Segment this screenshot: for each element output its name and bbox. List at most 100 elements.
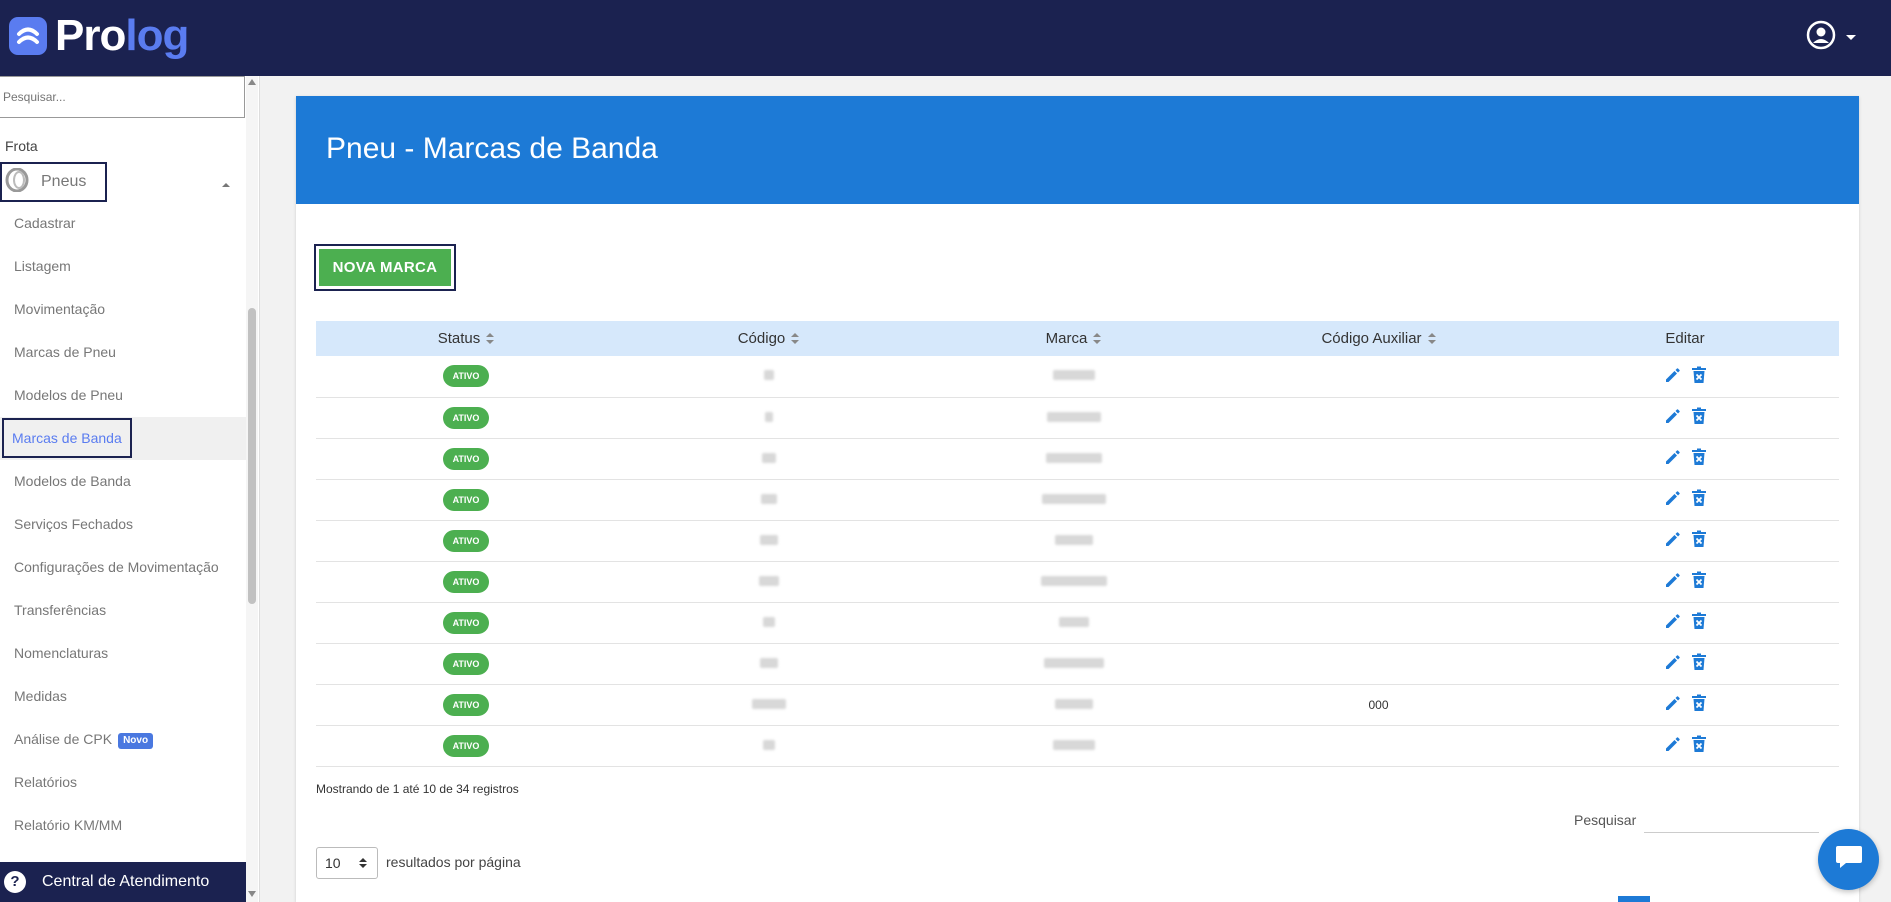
sidebar-item-label: Medidas bbox=[14, 688, 67, 704]
trash-x-icon[interactable] bbox=[1691, 571, 1707, 592]
redacted-value bbox=[763, 370, 774, 381]
table-row: ATIVO 000 bbox=[316, 684, 1839, 726]
sidebar-item-label: Marcas de Banda bbox=[2, 418, 132, 458]
pencil-icon[interactable] bbox=[1664, 612, 1682, 633]
sidebar-search-input[interactable] bbox=[0, 76, 245, 118]
logo-prefix: Pro bbox=[55, 11, 126, 60]
status-badge: ATIVO bbox=[442, 652, 490, 675]
trash-x-icon[interactable] bbox=[1691, 407, 1707, 428]
trash-x-icon[interactable] bbox=[1691, 653, 1707, 674]
trash-x-icon[interactable] bbox=[1691, 448, 1707, 469]
sidebar-item-cadastrar[interactable]: Cadastrar bbox=[0, 202, 246, 245]
cell-editar bbox=[1531, 397, 1839, 439]
scrollbar-thumb[interactable] bbox=[248, 308, 256, 604]
status-badge: ATIVO bbox=[442, 529, 490, 552]
redacted-value bbox=[1058, 616, 1089, 627]
help-center-button[interactable]: ? Central de Atendimento bbox=[0, 862, 246, 902]
status-badge: ATIVO bbox=[442, 611, 490, 634]
trash-x-icon[interactable] bbox=[1691, 366, 1707, 387]
cell-marca bbox=[921, 684, 1226, 726]
trash-x-icon[interactable] bbox=[1691, 530, 1707, 551]
sort-icon bbox=[1427, 333, 1436, 345]
new-brand-button[interactable]: NOVA MARCA bbox=[319, 249, 451, 286]
status-badge: ATIVO bbox=[442, 570, 490, 593]
cell-codigo bbox=[616, 725, 921, 767]
pencil-icon[interactable] bbox=[1664, 366, 1682, 387]
scroll-up-icon[interactable] bbox=[248, 79, 256, 85]
sidebar-item-configuracoes-de-movimentacao[interactable]: Configurações de Movimentação bbox=[0, 546, 246, 589]
table-row: ATIVO bbox=[316, 356, 1839, 398]
sidebar-menu: Cadastrar Listagem Movimentação Marcas d… bbox=[0, 202, 246, 847]
page-length-select[interactable]: 10 bbox=[316, 847, 378, 879]
cell-codigo bbox=[616, 479, 921, 521]
app-logo[interactable]: Prolog bbox=[9, 11, 189, 60]
table-row: ATIVO bbox=[316, 397, 1839, 439]
pencil-icon[interactable] bbox=[1664, 571, 1682, 592]
cell-marca bbox=[921, 725, 1226, 767]
brands-table: Status Código Marca Código Auxiliar Edit… bbox=[316, 321, 1839, 767]
column-header-codigo[interactable]: Código bbox=[616, 321, 921, 356]
pagination-active-page[interactable] bbox=[1618, 896, 1650, 902]
scroll-down-icon[interactable] bbox=[248, 891, 256, 897]
sidebar-item-marcas-de-banda[interactable]: Marcas de Banda bbox=[0, 417, 246, 460]
pencil-icon[interactable] bbox=[1664, 694, 1682, 715]
cell-codigo bbox=[616, 602, 921, 644]
sidebar-item-label: Transferências bbox=[14, 602, 107, 618]
sidebar-item-label: Modelos de Pneu bbox=[14, 387, 123, 403]
column-header-codigo-auxiliar[interactable]: Código Auxiliar bbox=[1226, 321, 1531, 356]
pencil-icon[interactable] bbox=[1664, 653, 1682, 674]
user-menu[interactable] bbox=[1806, 20, 1856, 55]
cell-status: ATIVO bbox=[316, 520, 616, 562]
table-row: ATIVO bbox=[316, 725, 1839, 767]
table-row: ATIVO bbox=[316, 602, 1839, 644]
sidebar-item-label: Listagem bbox=[14, 258, 71, 274]
cell-codigo bbox=[616, 684, 921, 726]
sidebar-item-transferencias[interactable]: Transferências bbox=[0, 589, 246, 632]
sidebar-item-medidas[interactable]: Medidas bbox=[0, 675, 246, 718]
pencil-icon[interactable] bbox=[1664, 530, 1682, 551]
trash-x-icon[interactable] bbox=[1691, 735, 1707, 756]
column-header-status[interactable]: Status bbox=[316, 321, 616, 356]
cell-status: ATIVO bbox=[316, 561, 616, 603]
trash-x-icon[interactable] bbox=[1691, 612, 1707, 633]
pencil-icon[interactable] bbox=[1664, 448, 1682, 469]
sidebar-item-relatorio-km-mm[interactable]: Relatório KM/MM bbox=[0, 804, 246, 847]
cell-codigo bbox=[616, 561, 921, 603]
sidebar-group-pneus[interactable]: Pneus bbox=[0, 162, 107, 202]
pencil-icon[interactable] bbox=[1664, 735, 1682, 756]
redacted-value bbox=[1043, 657, 1104, 668]
sidebar-item-nomenclaturas[interactable]: Nomenclaturas bbox=[0, 632, 246, 675]
redacted-value bbox=[1041, 493, 1106, 504]
sort-icon bbox=[791, 333, 800, 345]
tire-icon bbox=[5, 167, 29, 197]
status-badge: ATIVO bbox=[442, 693, 490, 716]
chat-button[interactable] bbox=[1818, 829, 1879, 890]
table-search-input[interactable] bbox=[1644, 808, 1819, 832]
cell-marca bbox=[921, 397, 1226, 439]
sidebar-item-analise-de-cpk[interactable]: Análise de CPK Novo bbox=[0, 718, 246, 761]
sidebar-item-marcas-de-pneu[interactable]: Marcas de Pneu bbox=[0, 331, 246, 374]
column-header-marca[interactable]: Marca bbox=[921, 321, 1226, 356]
pencil-icon[interactable] bbox=[1664, 407, 1682, 428]
sidebar: Frota Pneus Cadastrar Listagem Movimenta… bbox=[0, 76, 260, 902]
redacted-value bbox=[759, 657, 778, 668]
trash-x-icon[interactable] bbox=[1691, 489, 1707, 510]
table-info: Mostrando de 1 até 10 de 34 registros bbox=[316, 782, 519, 796]
sidebar-item-listagem[interactable]: Listagem bbox=[0, 245, 246, 288]
cell-status: ATIVO bbox=[316, 397, 616, 439]
sidebar-item-label: Modelos de Banda bbox=[14, 473, 131, 489]
sidebar-item-modelos-de-pneu[interactable]: Modelos de Pneu bbox=[0, 374, 246, 417]
cell-status: ATIVO bbox=[316, 725, 616, 767]
sidebar-item-relatorios[interactable]: Relatórios bbox=[0, 761, 246, 804]
sidebar-item-modelos-de-banda[interactable]: Modelos de Banda bbox=[0, 460, 246, 503]
status-badge: ATIVO bbox=[442, 734, 490, 757]
trash-x-icon[interactable] bbox=[1691, 694, 1707, 715]
sidebar-scrollbar[interactable] bbox=[246, 76, 258, 902]
cell-status: ATIVO bbox=[316, 356, 616, 398]
pencil-icon[interactable] bbox=[1664, 489, 1682, 510]
sidebar-item-movimentacao[interactable]: Movimentação bbox=[0, 288, 246, 331]
sidebar-item-servicos-fechados[interactable]: Serviços Fechados bbox=[0, 503, 246, 546]
redacted-value bbox=[760, 493, 777, 504]
chevron-up-icon[interactable] bbox=[222, 183, 230, 187]
column-label: Código bbox=[737, 330, 786, 347]
